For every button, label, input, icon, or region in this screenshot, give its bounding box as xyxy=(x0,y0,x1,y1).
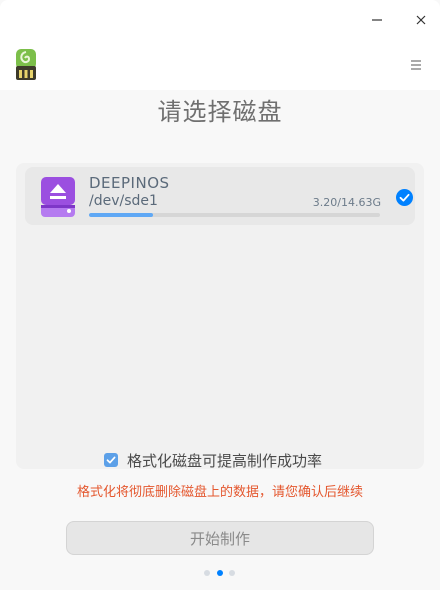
selected-check-icon xyxy=(396,189,413,206)
close-button[interactable] xyxy=(409,8,433,32)
format-warning-text: 格式化将彻底删除磁盘上的数据，请您确认后继续 xyxy=(76,485,363,500)
disk-path: /dev/sde1 xyxy=(89,193,158,209)
page-dot xyxy=(229,570,235,576)
disk-size: 3.20/14.63G xyxy=(312,196,381,209)
main-menu-button[interactable] xyxy=(405,54,427,76)
page-dot xyxy=(204,570,210,576)
format-option[interactable]: 格式化磁盘可提高制作成功率 xyxy=(104,449,322,471)
toolbar xyxy=(0,40,440,90)
disk-item[interactable]: DEEPINOS /dev/sde1 3.20/14.63G xyxy=(25,167,415,225)
disk-usage-bar xyxy=(89,213,380,217)
app-window: 请选择磁盘 DEEPINOS /dev/sde1 3.20/14.63G 格式化… xyxy=(0,0,440,590)
disk-usage-fill xyxy=(89,213,153,217)
hamburger-menu-icon xyxy=(411,60,421,70)
close-icon xyxy=(416,15,426,25)
checkmark-icon xyxy=(106,456,116,464)
disk-name: DEEPINOS xyxy=(89,174,170,192)
minimize-icon xyxy=(372,19,382,21)
page-indicator xyxy=(0,570,440,576)
format-option-label: 格式化磁盘可提高制作成功率 xyxy=(127,451,323,470)
usb-drive-icon xyxy=(16,49,36,80)
disk-list-panel: DEEPINOS /dev/sde1 3.20/14.63G xyxy=(16,163,424,469)
minimize-button[interactable] xyxy=(365,8,389,32)
page-title: 请选择磁盘 xyxy=(157,98,283,126)
title-bar xyxy=(0,0,440,40)
start-button[interactable]: 开始制作 xyxy=(66,521,374,555)
eject-disk-icon xyxy=(41,177,75,217)
page-dot-active xyxy=(217,570,223,576)
format-checkbox[interactable] xyxy=(104,453,118,467)
